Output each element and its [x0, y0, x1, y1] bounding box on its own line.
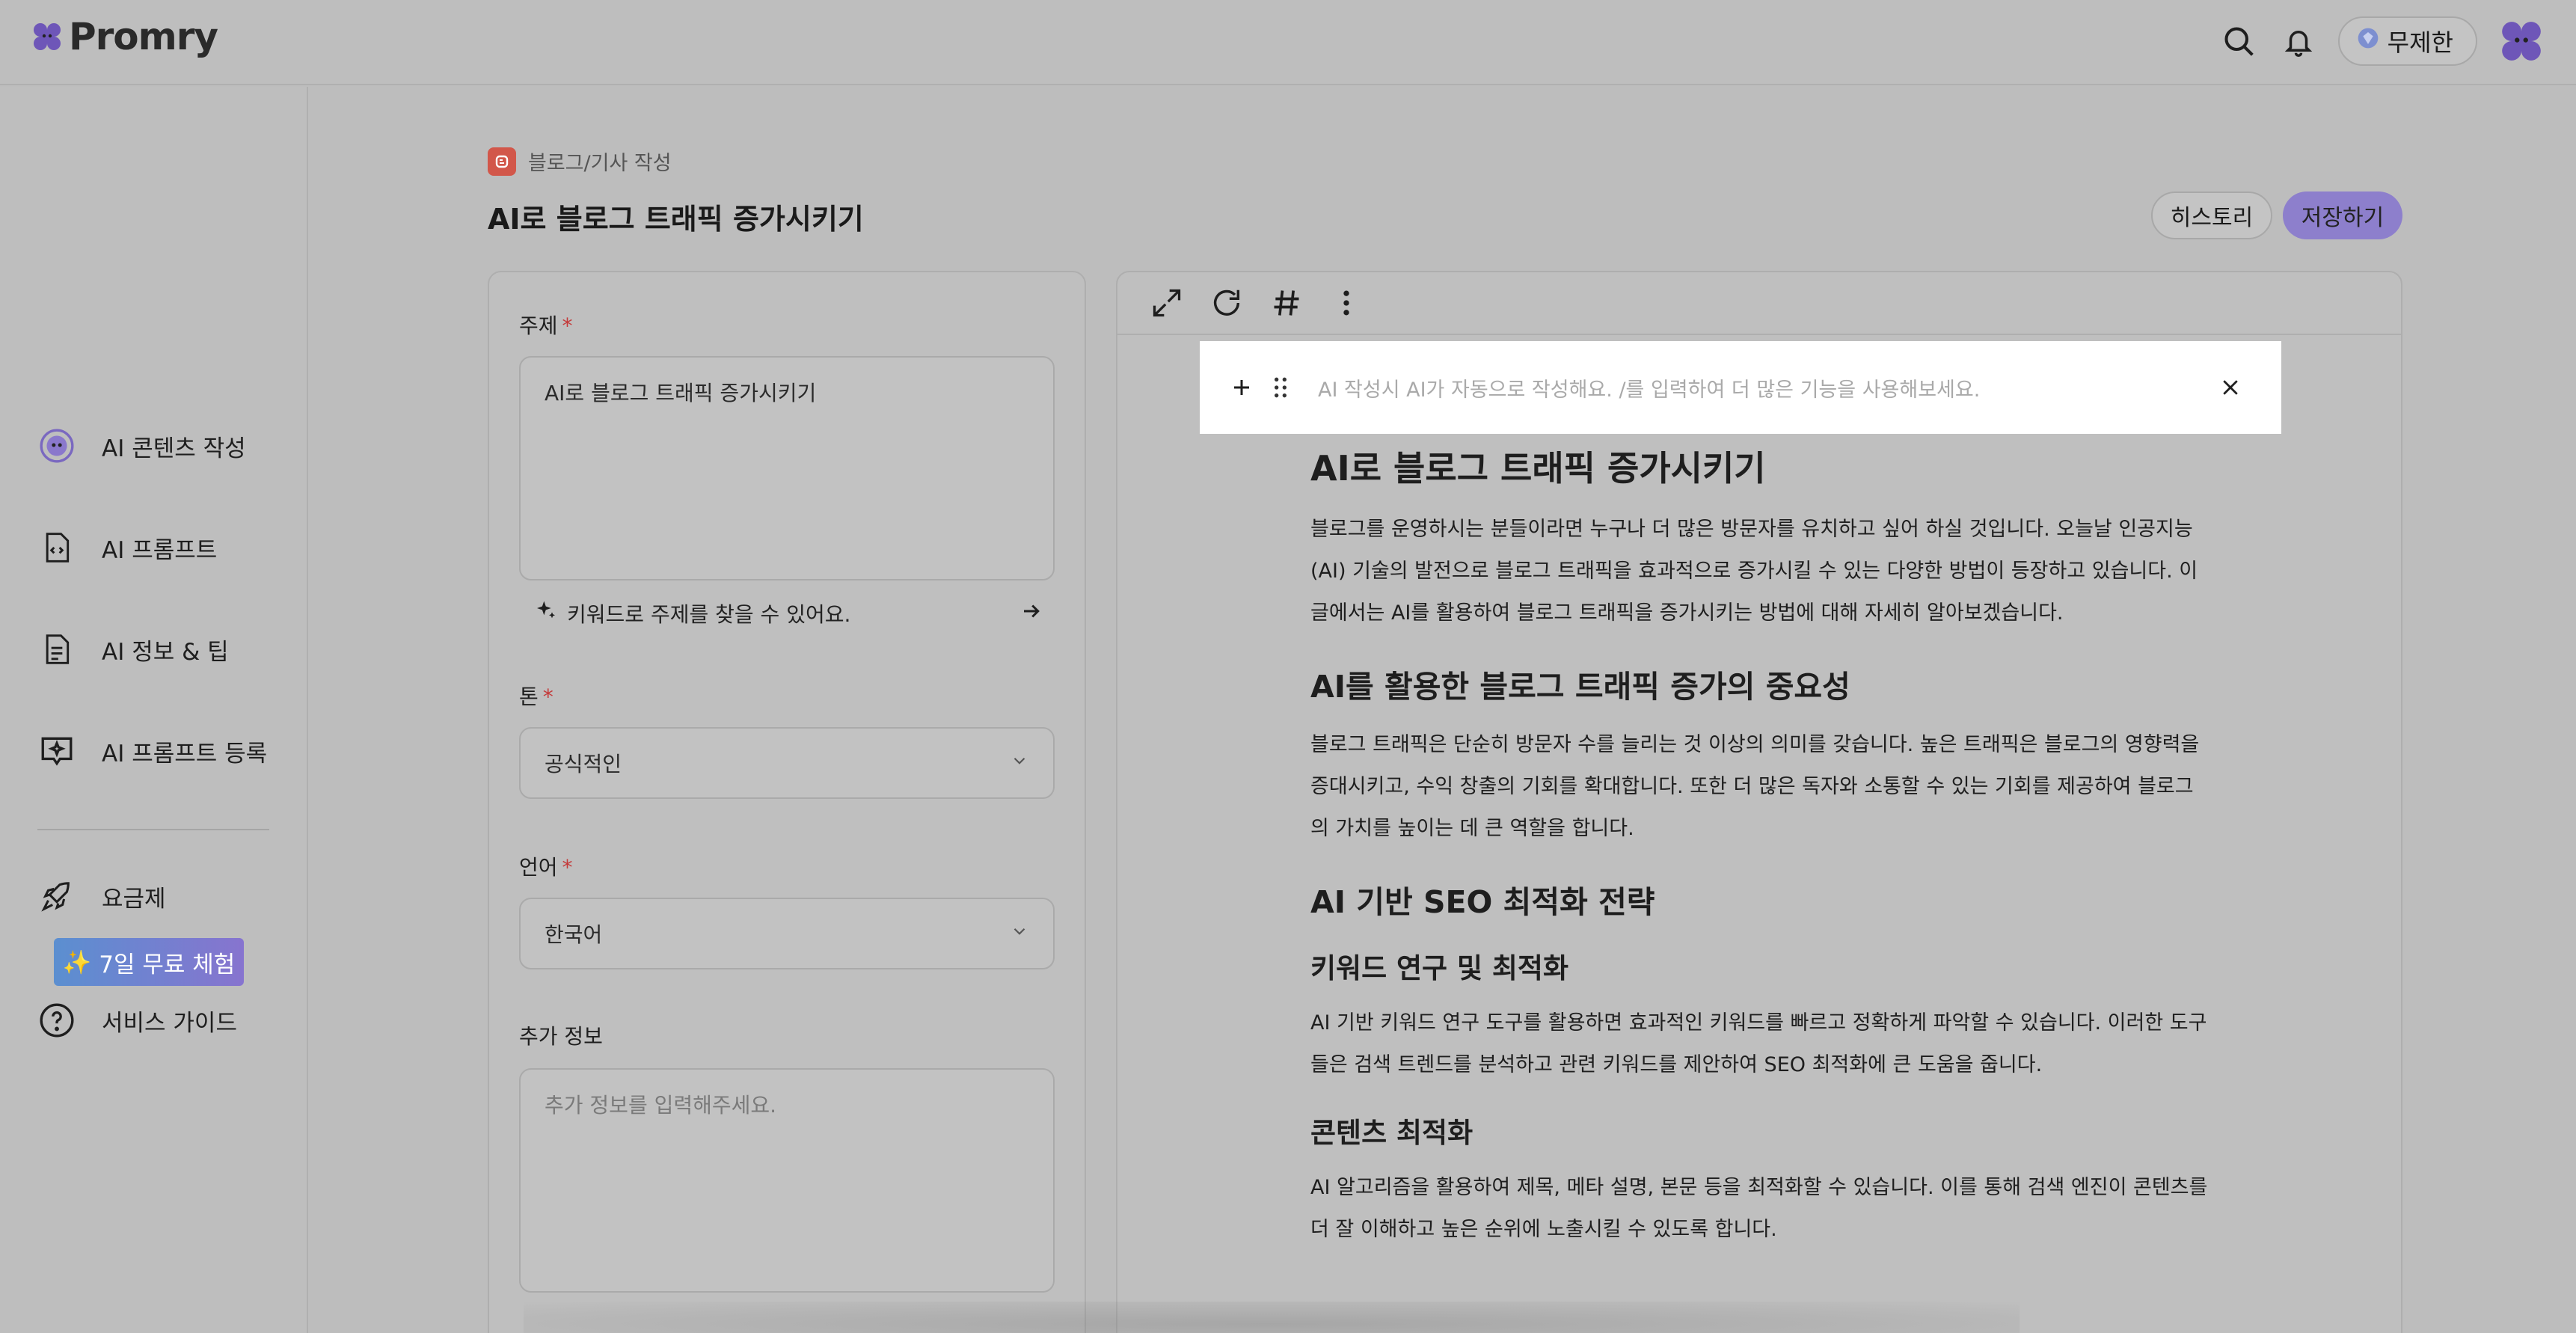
sidebar-item-ai-prompt[interactable]: AI 프롬프트 [37, 528, 217, 567]
doc-paragraph-importance: 블로그 트래픽은 단순히 방문자 수를 늘리는 것 이상의 의미를 갖습니다. … [1310, 733, 2200, 840]
plan-label: 무제한 [2387, 28, 2453, 57]
breadcrumb-page: 기사 작성 [590, 152, 672, 175]
prompt-input[interactable]: AI 작성시 AI가 자동으로 작성해요. /를 입력하여 더 많은 기능을 사… [1318, 373, 2215, 402]
sidebar-item-label: AI 프롬프트 등록 [102, 740, 268, 767]
refresh-icon[interactable] [1207, 284, 1246, 322]
language-select[interactable]: 한국어 [519, 898, 1055, 969]
doc-heading-seo: AI 기반 SEO 최적화 전략 [1310, 884, 1655, 920]
sidebar-item-label: AI 콘텐츠 작성 [102, 435, 246, 462]
hashtag-icon[interactable] [1267, 284, 1306, 322]
sparkle-icon [534, 599, 558, 628]
more-vertical-icon[interactable] [1327, 284, 1366, 322]
chevron-down-icon [1010, 751, 1029, 776]
sidebar-item-label: AI 정보 & 팁 [102, 638, 229, 666]
rocket-icon [37, 877, 76, 916]
doc-intro: 블로그를 운영하시는 분들이라면 누구나 더 많은 방문자를 유치하고 싶어 하… [1310, 518, 2198, 625]
document-icon [37, 630, 76, 669]
sparkle-chat-icon [37, 732, 76, 770]
doc-heading-importance: AI를 활용한 블로그 트래픽 증가의 중요성 [1310, 669, 1850, 705]
top-bar: Promry 무제한 [0, 0, 2576, 85]
breadcrumb: 블로그/기사 작성 [488, 147, 672, 176]
chevron-down-icon [1010, 922, 1029, 946]
ai-content-icon [37, 426, 76, 465]
sidebar-item-pricing[interactable]: 요금제 [37, 877, 166, 916]
plan-badge[interactable]: 무제한 [2337, 16, 2477, 66]
help-icon [37, 1001, 76, 1040]
avatar[interactable] [2497, 16, 2546, 66]
close-icon[interactable] [2215, 373, 2245, 402]
plus-icon[interactable] [1227, 373, 1257, 402]
form-panel: 주제 * AI로 블로그 트래픽 증가시키기 키워드로 주제를 찾을 수 있어요.… [488, 271, 1086, 1333]
editor-toolbar [1117, 272, 2401, 335]
keyword-hint[interactable]: 키워드로 주제를 찾을 수 있어요. [534, 598, 1043, 628]
sidebar-item-guide[interactable]: 서비스 가이드 [37, 1001, 237, 1040]
save-button[interactable]: 저장하기 [2283, 191, 2402, 239]
extra-info-label: 추가 정보 [519, 1024, 603, 1049]
history-button[interactable]: 히스토리 [2151, 191, 2272, 239]
page-title: AI로 블로그 트래픽 증가시키기 [488, 203, 864, 236]
topic-textarea[interactable]: AI로 블로그 트래픽 증가시키기 [519, 356, 1055, 580]
breadcrumb-category[interactable]: 블로그 [528, 152, 584, 175]
doc-paragraph-content: AI 알고리즘을 활용하여 제목, 메타 설명, 본문 등을 최적화할 수 있습… [1310, 1176, 2208, 1241]
code-file-icon [37, 528, 76, 567]
promry-logo-icon [30, 19, 64, 54]
expand-icon[interactable] [1147, 284, 1186, 322]
bell-icon[interactable] [2278, 21, 2319, 61]
blogger-icon [488, 147, 516, 176]
sidebar: AI 콘텐츠 작성 AI 프롬프트 AI 정보 & 팁 AI 프롬프트 등록 요… [0, 87, 308, 1333]
language-value: 한국어 [545, 922, 603, 947]
gem-icon [2356, 26, 2380, 56]
document-content[interactable]: AI로 블로그 트래픽 증가시키기 블로그를 운영하시는 분들이라면 누구나 더… [1310, 434, 2208, 1251]
drag-handle-icon[interactable] [1266, 373, 1295, 402]
trial-label: 7일 무료 체험 [99, 951, 236, 978]
sidebar-divider [37, 829, 269, 830]
extra-info-textarea[interactable]: 추가 정보를 입력해주세요. [519, 1068, 1055, 1293]
search-icon[interactable] [2218, 21, 2259, 61]
logo[interactable]: Promry [30, 15, 218, 58]
tone-value: 공식적인 [545, 752, 622, 776]
doc-subheading-keyword: 키워드 연구 및 최적화 [1310, 952, 1569, 984]
tone-select[interactable]: 공식적인 [519, 727, 1055, 799]
sidebar-item-ai-content[interactable]: AI 콘텐츠 작성 [37, 426, 246, 465]
doc-title: AI로 블로그 트래픽 증가시키기 [1310, 448, 1766, 488]
bottom-shadow [524, 1302, 2020, 1333]
sidebar-guide-label: 서비스 가이드 [102, 1009, 237, 1037]
arrow-right-icon[interactable] [1020, 600, 1043, 628]
sidebar-item-label: AI 프롬프트 [102, 536, 218, 564]
logo-text: Promry [69, 15, 218, 58]
sparkle-icon: ✨ [62, 949, 92, 976]
tone-label: 톤 * [519, 684, 553, 709]
doc-paragraph-keyword: AI 기반 키워드 연구 도구를 활용하면 효과적인 키워드를 빠르고 정확하게… [1310, 1011, 2207, 1076]
ai-prompt-bar[interactable]: AI 작성시 AI가 자동으로 작성해요. /를 입력하여 더 많은 기능을 사… [1200, 341, 2281, 434]
keyword-hint-text: 키워드로 주제를 찾을 수 있어요. [567, 602, 851, 627]
sidebar-pricing-label: 요금제 [102, 885, 166, 913]
trial-badge[interactable]: ✨ 7일 무료 체험 [54, 938, 244, 986]
language-label: 언어 * [519, 855, 573, 880]
sidebar-item-ai-tips[interactable]: AI 정보 & 팁 [37, 630, 229, 669]
sidebar-item-prompt-register[interactable]: AI 프롬프트 등록 [37, 732, 267, 770]
breadcrumb-separator: / [583, 152, 591, 175]
doc-subheading-content: 콘텐츠 최적화 [1310, 1117, 1473, 1149]
topic-label: 주제 * [519, 313, 573, 338]
